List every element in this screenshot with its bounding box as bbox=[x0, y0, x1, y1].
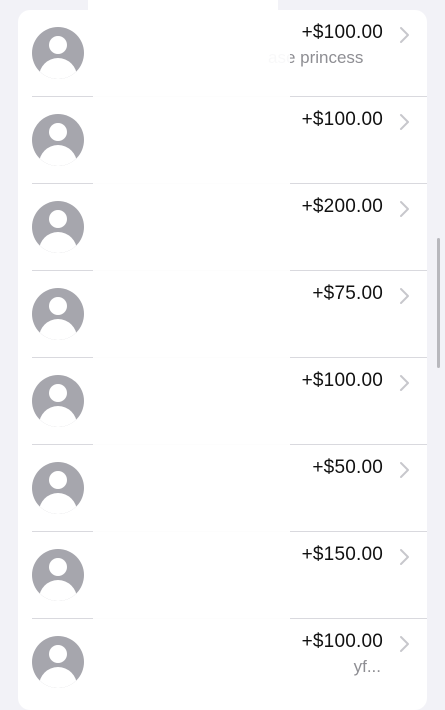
person-placeholder-icon bbox=[32, 27, 84, 79]
transaction-amount: +$100.00 bbox=[301, 109, 383, 130]
transaction-amount: +$100.00 bbox=[301, 631, 383, 652]
person-placeholder-icon bbox=[32, 636, 84, 688]
transaction-amount: +$100.00 bbox=[301, 370, 383, 391]
privacy-mask-top bbox=[88, 0, 278, 16]
person-placeholder-icon bbox=[32, 201, 84, 253]
person-placeholder-icon bbox=[32, 114, 84, 166]
chevron-right-icon bbox=[400, 288, 409, 304]
transaction-amount: +$200.00 bbox=[301, 196, 383, 217]
chevron-right-icon bbox=[400, 375, 409, 391]
person-placeholder-icon bbox=[32, 375, 84, 427]
transaction-list: +$100.00 ase princess +$100.00 +$200.00 … bbox=[18, 10, 427, 710]
chevron-right-icon bbox=[400, 201, 409, 217]
transaction-memo: yf... bbox=[353, 657, 381, 676]
transaction-amount: +$50.00 bbox=[312, 457, 383, 478]
scrollbar[interactable] bbox=[437, 238, 440, 368]
chevron-right-icon bbox=[400, 27, 409, 43]
chevron-right-icon bbox=[400, 114, 409, 130]
transaction-amount: +$100.00 bbox=[301, 22, 383, 43]
chevron-right-icon bbox=[400, 462, 409, 478]
transaction-amount: +$75.00 bbox=[312, 283, 383, 304]
person-placeholder-icon bbox=[32, 549, 84, 601]
chevron-right-icon bbox=[400, 636, 409, 652]
privacy-mask bbox=[93, 10, 290, 710]
person-placeholder-icon bbox=[32, 288, 84, 340]
person-placeholder-icon bbox=[32, 462, 84, 514]
chevron-right-icon bbox=[400, 549, 409, 565]
transaction-amount: +$150.00 bbox=[301, 544, 383, 565]
